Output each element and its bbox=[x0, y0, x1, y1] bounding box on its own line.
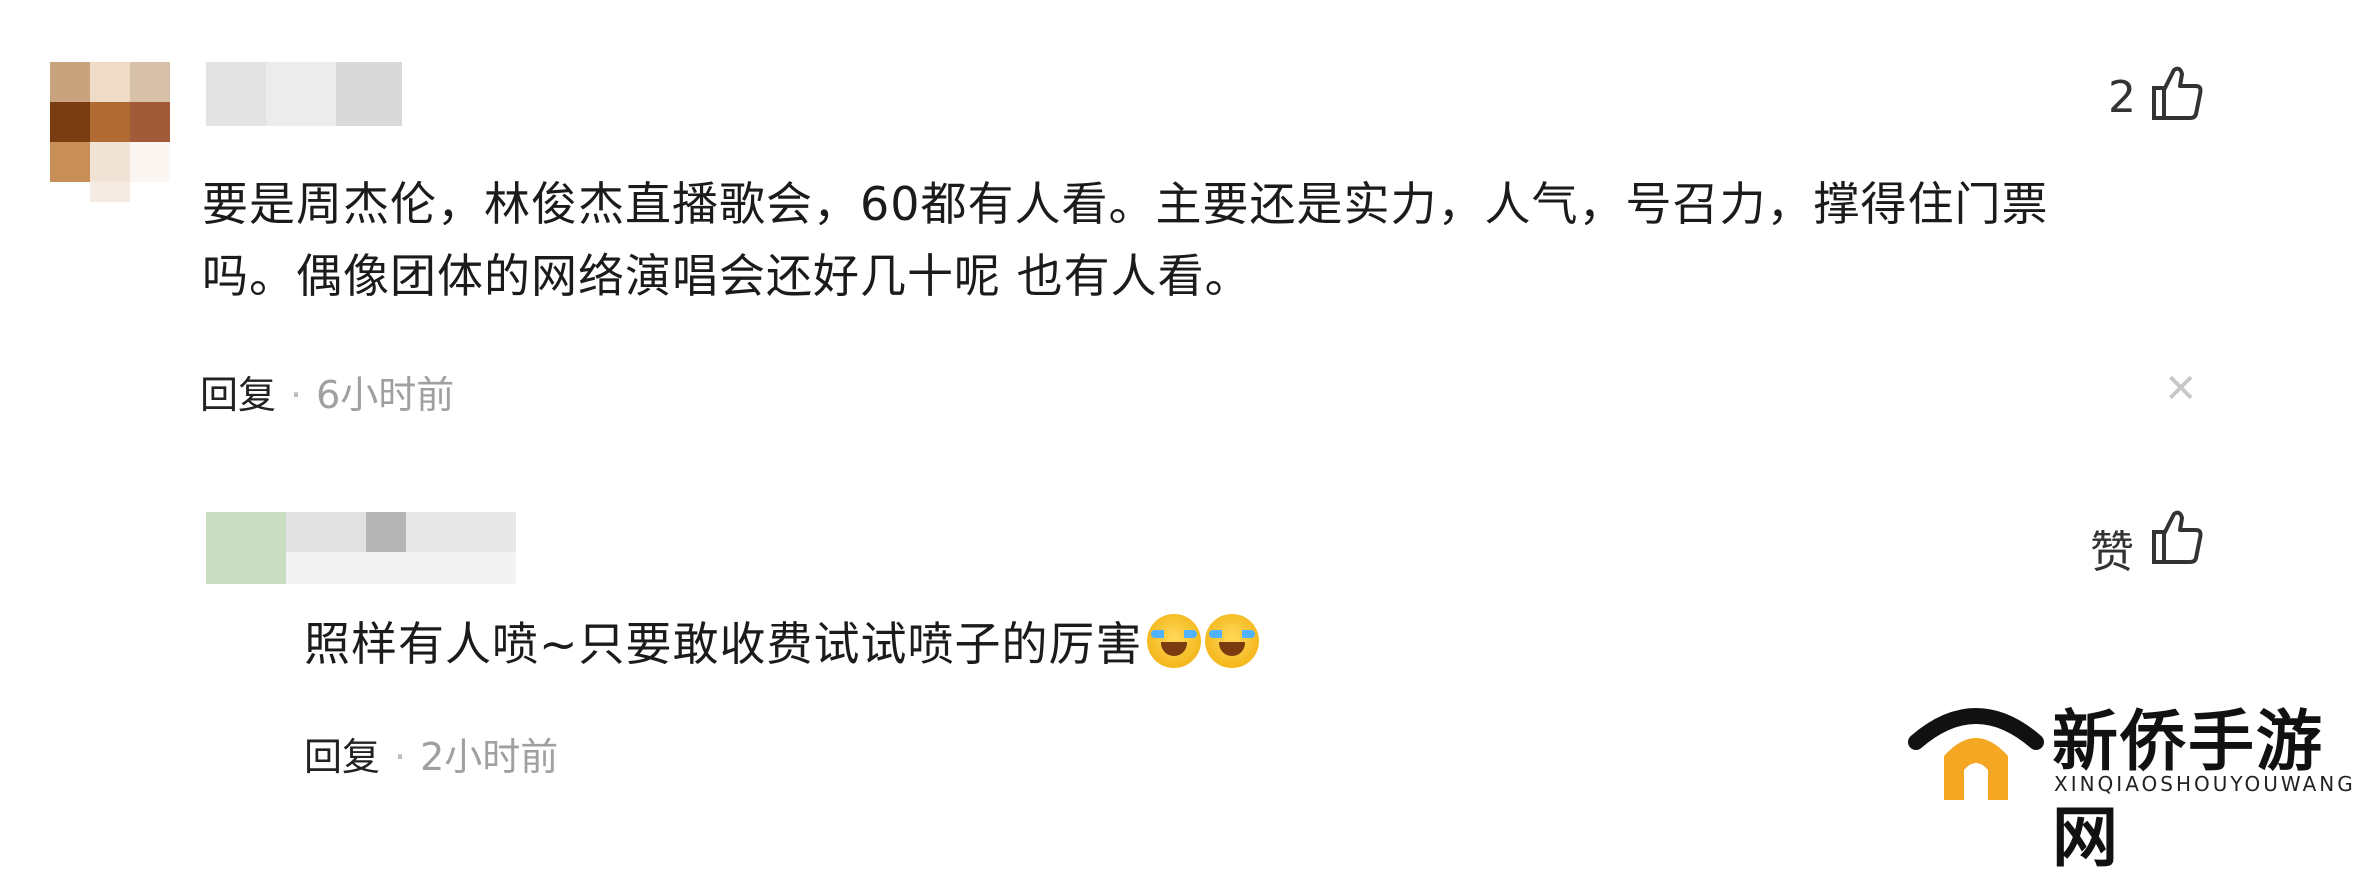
username-blurred[interactable] bbox=[206, 62, 402, 126]
reply-text: 照样有人喷~只要敢收费试试喷子的厉害 bbox=[304, 608, 1259, 680]
like-label[interactable]: 赞 bbox=[2090, 516, 2134, 580]
crying-laughing-emoji-icon bbox=[1146, 614, 1201, 668]
reply-button[interactable]: 回复 bbox=[200, 373, 276, 417]
comment-text-line: 要是周杰伦，林俊杰直播歌会，60都有人看。主要还是实力，人气，号召力，撑得住门票 bbox=[202, 177, 2049, 231]
reply-text-content: 照样有人喷~只要敢收费试试喷子的厉害 bbox=[304, 617, 1143, 671]
watermark-logo-icon bbox=[1908, 690, 2044, 800]
thumbs-up-icon[interactable] bbox=[2150, 64, 2204, 122]
reply-button[interactable]: 回复 bbox=[304, 735, 380, 779]
comment-text: 要是周杰伦，林俊杰直播歌会，60都有人看。主要还是实力，人气，号召力，撑得住门票… bbox=[202, 168, 2049, 312]
watermark-subtitle: XINQIAOSHOUYOUWANG bbox=[2054, 772, 2356, 796]
thumbs-up-icon[interactable] bbox=[2150, 508, 2204, 566]
comment-meta: 回复 · 2小时前 bbox=[304, 726, 558, 781]
username-blurred[interactable] bbox=[206, 512, 516, 584]
close-icon[interactable]: ✕ bbox=[2164, 366, 2198, 412]
separator-dot: · bbox=[394, 735, 407, 779]
timestamp: 2小时前 bbox=[420, 735, 559, 779]
comment-text-line: 吗。偶像团体的网络演唱会还好几十呢 也有人看。 bbox=[202, 249, 1252, 303]
timestamp: 6小时前 bbox=[316, 373, 455, 417]
crying-laughing-emoji-icon bbox=[1204, 614, 1259, 668]
separator-dot: · bbox=[290, 373, 303, 417]
like-count: 2 bbox=[2108, 72, 2136, 123]
avatar[interactable] bbox=[50, 62, 170, 202]
comment-meta: 回复 · 6小时前 bbox=[200, 364, 454, 419]
